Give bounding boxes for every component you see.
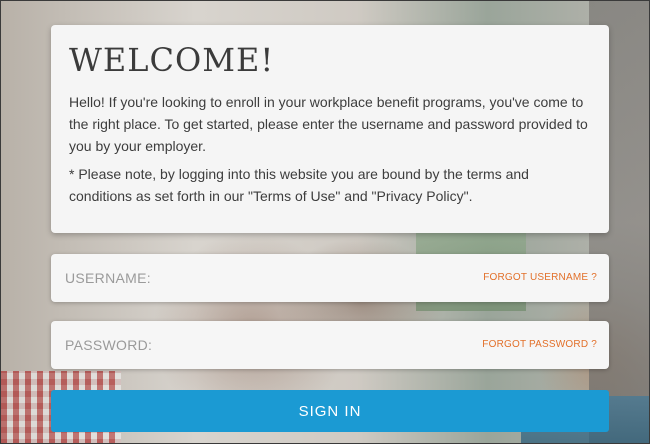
login-page: WELCOME! Hello! If you're looking to enr… [0, 0, 650, 444]
sign-in-button[interactable]: SIGN IN [51, 390, 609, 432]
password-field-container: FORGOT PASSWORD ? [51, 321, 609, 369]
username-field-container: FORGOT USERNAME ? [51, 254, 609, 302]
username-input[interactable] [65, 254, 445, 302]
forgot-username-link[interactable]: FORGOT USERNAME ? [483, 254, 597, 302]
welcome-title: WELCOME! [69, 41, 275, 79]
welcome-intro-text: Hello! If you're looking to enroll in yo… [69, 94, 588, 154]
welcome-card: WELCOME! Hello! If you're looking to enr… [51, 25, 609, 233]
password-input[interactable] [65, 321, 445, 369]
forgot-password-link[interactable]: FORGOT PASSWORD ? [482, 321, 597, 369]
terms-notice-text: * Please note, by logging into this webs… [69, 166, 529, 204]
